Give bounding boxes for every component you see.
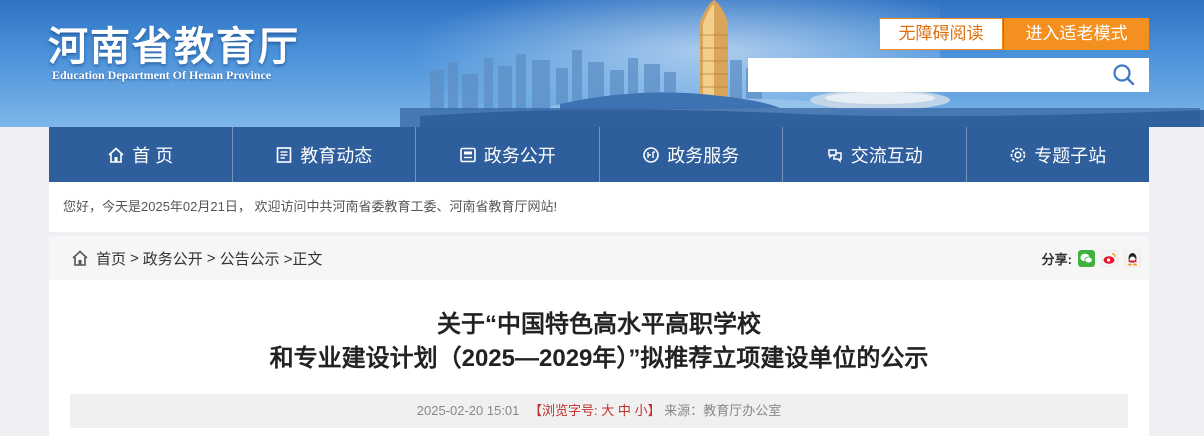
header-banner: 河南省教育厅 Education Department Of Henan Pro… [0, 0, 1204, 127]
nav-label: 政务公开 [483, 145, 556, 166]
site-logo-subtitle: Education Department Of Henan Province [52, 68, 272, 82]
search-icon[interactable] [1110, 62, 1138, 88]
font-size-close: 】 [647, 403, 661, 418]
nav-label: 交流互动 [850, 145, 923, 166]
font-size-medium-button[interactable]: 中 [618, 403, 631, 418]
breadcrumb-link-announcements[interactable]: 公告公示 [220, 248, 280, 269]
article-source: 来源：教育厅办公室 [664, 403, 782, 418]
gov-service-icon [643, 146, 660, 163]
font-size-large-button[interactable]: 大 [601, 403, 614, 418]
article-panel: 关于“中国特色高水平高职学校 和专业建设计划（2025—2029年）”拟推荐立项… [49, 280, 1149, 436]
share-label: 分享: [1041, 251, 1072, 267]
search-input[interactable] [748, 58, 1149, 92]
article-title: 关于“中国特色高水平高职学校 和专业建设计划（2025—2029年）”拟推荐立项… [49, 308, 1149, 376]
qq-icon[interactable] [1124, 249, 1141, 267]
breadcrumb: 首页 > 政务公开 > 公告公示 >正文 [71, 236, 322, 280]
breadcrumb-link-government-affairs[interactable]: 政务公开 [143, 248, 203, 269]
breadcrumb-current: >正文 [283, 250, 323, 268]
nav-label: 政务服务 [667, 145, 740, 166]
nav-label: 教育动态 [300, 145, 373, 166]
font-size-control: 【浏览字号: 大 中 小】 [529, 403, 664, 418]
nav-item-government-affairs[interactable]: 政务公开 [416, 127, 600, 182]
nav-label: 专题子站 [1034, 145, 1107, 166]
article-title-line-2: 和专业建设计划（2025—2029年）”拟推荐立项建设单位的公示 [269, 345, 929, 372]
main-nav: 首 页 教育动态 政务公开 政务服务 交流互动 专题子站 [49, 127, 1149, 182]
accessibility-reading-button[interactable]: 无障碍阅读 [879, 18, 1003, 50]
site-logo-title: 河南省教育厅 [48, 23, 300, 70]
gear-icon [1010, 147, 1026, 162]
nav-label: 首 页 [132, 145, 174, 166]
share-bar: 分享: [1042, 236, 1141, 280]
notice-board-icon [459, 147, 476, 162]
breadcrumb-separator: > [206, 249, 216, 267]
home-icon [72, 250, 88, 266]
home-icon [108, 146, 124, 163]
news-icon [276, 146, 292, 163]
article-title-line-1: 关于“中国特色高水平高职学校 [437, 311, 761, 338]
weibo-icon[interactable] [1101, 249, 1118, 267]
nav-item-education-news[interactable]: 教育动态 [233, 127, 416, 182]
breadcrumb-separator: > [130, 249, 139, 267]
wechat-icon[interactable] [1078, 249, 1095, 267]
nav-item-government-services[interactable]: 政务服务 [600, 127, 783, 182]
publish-date: 2025-02-20 15:01 [416, 403, 520, 418]
article-meta-bar: 2025-02-20 15:01 【浏览字号: 大 中 小】 来源：教育厅办公室 [70, 394, 1128, 428]
font-size-small-button[interactable]: 小 [635, 403, 648, 418]
breadcrumb-bar: 首页 > 政务公开 > 公告公示 >正文 分享: [49, 236, 1149, 280]
nav-item-special-topics[interactable]: 专题子站 [967, 127, 1150, 182]
interaction-icon [828, 148, 842, 163]
nav-item-home[interactable]: 首 页 [49, 127, 233, 182]
welcome-bar: 您好，今天是2025年02月21日， 欢迎访问中共河南省委教育工委、河南省教育厅… [49, 182, 1149, 232]
elder-mode-button[interactable]: 进入适老模式 [1004, 18, 1149, 50]
nav-item-interaction[interactable]: 交流互动 [783, 127, 967, 182]
breadcrumb-link-home[interactable]: 首页 [96, 248, 126, 269]
font-size-label: 【浏览字号: [529, 403, 598, 418]
